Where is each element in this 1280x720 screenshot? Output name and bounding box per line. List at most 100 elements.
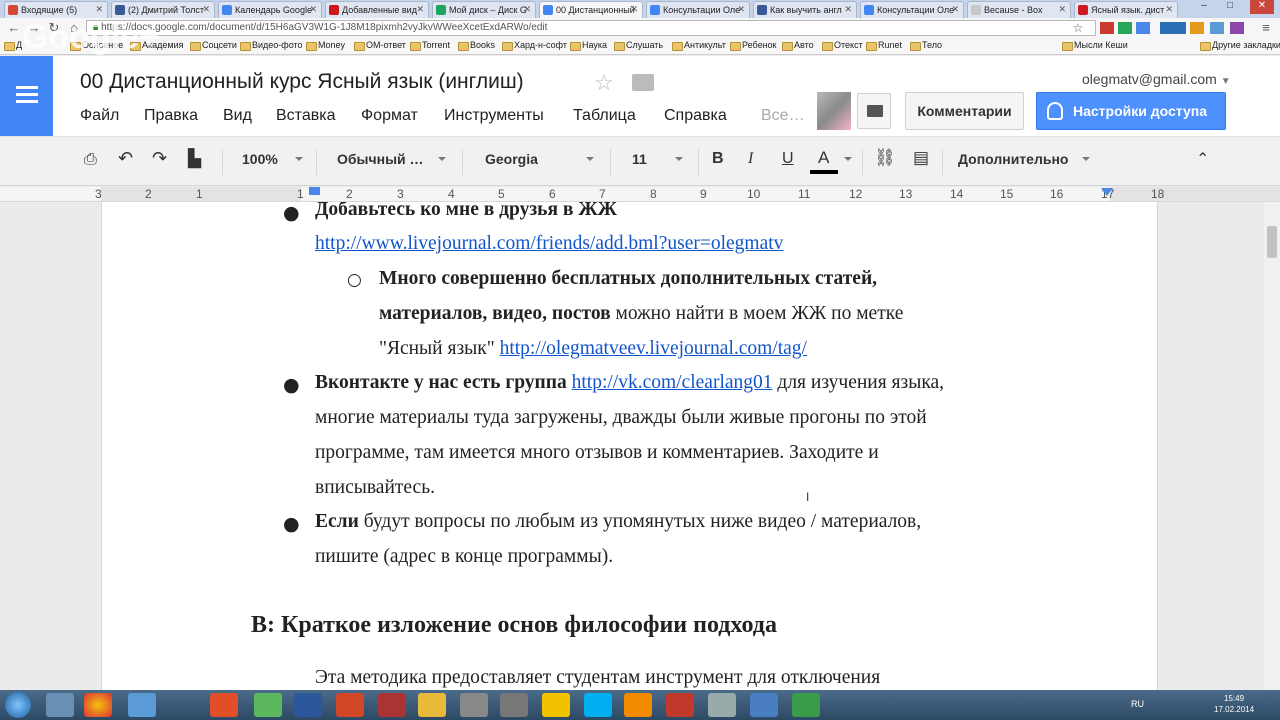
chat-button[interactable] <box>857 93 891 129</box>
paint-format-icon[interactable]: ▙ <box>188 149 201 169</box>
browser-tab[interactable]: Because - Box ✕ <box>967 1 1071 18</box>
menu-item[interactable]: Вставка <box>276 107 335 125</box>
link-icon[interactable]: ⛓ <box>874 148 896 168</box>
menu-icon[interactable]: ≡ <box>1258 20 1274 36</box>
livejournal-friends-link[interactable]: http://www.livejournal.com/friends/add.b… <box>315 233 783 254</box>
paragraph[interactable]: http://www.livejournal.com/friends/add.b… <box>315 233 783 255</box>
section-heading[interactable]: B: Краткое изложение основ философии под… <box>251 612 777 639</box>
paragraph[interactable]: "Ясный язык" http://olegmatveev.livejour… <box>379 338 807 360</box>
bookmark-item[interactable]: Антикульт <box>672 40 726 51</box>
paragraph[interactable]: Вконтакте у нас есть группа http://vk.co… <box>315 372 944 394</box>
bookmark-item[interactable]: Соцсети <box>190 40 237 51</box>
menu-item[interactable]: Все… <box>761 107 805 125</box>
app-icon[interactable] <box>128 693 156 717</box>
browser-tab[interactable]: Консультации Оле ✕ <box>860 1 964 18</box>
extension-icon[interactable] <box>1210 22 1224 34</box>
bookmark-item[interactable]: Мысли Кеши <box>1062 40 1128 51</box>
bookmark-item[interactable]: ОМ-ответ <box>354 40 406 51</box>
bookmark-item[interactable]: Money <box>306 40 345 51</box>
app-icon[interactable] <box>792 693 820 717</box>
text-color-icon[interactable]: A <box>818 148 829 168</box>
bookmark-item[interactable]: Д <box>4 40 22 51</box>
paragraph[interactable]: материалов, видео, постов можно найти в … <box>379 303 903 325</box>
skype-icon[interactable] <box>584 693 612 717</box>
close-tab-icon[interactable]: ✕ <box>844 4 852 15</box>
bookmark-item[interactable]: Видео-фото <box>240 40 303 51</box>
extension-icon[interactable] <box>1190 22 1204 34</box>
bookmark-item[interactable]: Books <box>458 40 495 51</box>
paragraph[interactable]: многие материалы туда загружены, дважды … <box>315 407 927 429</box>
paragraph[interactable]: Если будут вопросы по любым из упомянуты… <box>315 511 921 533</box>
close-tab-icon[interactable]: ✕ <box>1165 4 1173 15</box>
bookmark-item[interactable]: Наука <box>570 40 607 51</box>
comment-icon[interactable]: ▤ <box>913 148 929 168</box>
menu-item[interactable]: Таблица <box>573 107 636 125</box>
paragraph[interactable]: Добавьтесь ко мне в друзья в ЖЖ <box>315 202 617 221</box>
back-icon[interactable]: ← <box>6 20 22 36</box>
docs-menu-icon[interactable] <box>0 56 53 136</box>
powerpoint-icon[interactable] <box>336 693 364 717</box>
paragraph[interactable]: вписывайтесь. <box>315 477 435 499</box>
bookmark-item[interactable]: Runet <box>866 40 902 51</box>
paragraph[interactable]: программе, там имеется много отзывов и к… <box>315 442 879 464</box>
bookmark-item[interactable]: Ребенок <box>730 40 776 51</box>
app-icon[interactable] <box>666 693 694 717</box>
close-tab-icon[interactable]: ✕ <box>951 4 959 15</box>
maximize-icon[interactable]: □ <box>1218 0 1242 14</box>
app-icon[interactable] <box>500 693 528 717</box>
vlc-icon[interactable] <box>624 693 652 717</box>
font-size-select[interactable]: 11 <box>632 151 647 167</box>
account-email[interactable]: olegmatv@gmail.com ▼ <box>1082 71 1231 87</box>
folder-icon[interactable] <box>632 74 654 91</box>
zoom-select[interactable]: 100% <box>242 151 278 167</box>
menu-item[interactable]: Вид <box>223 107 252 125</box>
torrent-icon[interactable] <box>254 693 282 717</box>
redo-icon[interactable]: ↷ <box>152 148 167 169</box>
star-icon[interactable]: ☆ <box>594 70 614 96</box>
close-tab-icon[interactable]: ✕ <box>630 4 638 15</box>
star-icon[interactable]: ☆ <box>1070 20 1086 36</box>
close-tab-icon[interactable]: ✕ <box>202 4 210 15</box>
extension-icon[interactable] <box>1100 22 1114 34</box>
app-icon[interactable] <box>542 693 570 717</box>
bookmark-item[interactable]: Torrent <box>410 40 450 51</box>
word-icon[interactable] <box>294 693 322 717</box>
browser-tab[interactable]: Входящие (5) ✕ <box>4 1 108 18</box>
close-tab-icon[interactable]: ✕ <box>416 4 424 15</box>
bookmark-item[interactable]: Хард-н-софт <box>502 40 567 51</box>
vk-group-link[interactable]: http://vk.com/clearlang01 <box>572 372 773 393</box>
indent-marker-icon[interactable] <box>309 187 320 195</box>
bookmark-item[interactable]: Авто <box>782 40 814 51</box>
browser-tab[interactable]: Консультации Оле ✕ <box>646 1 750 18</box>
folder-icon[interactable] <box>418 693 446 717</box>
style-select[interactable]: Обычный … <box>337 151 424 167</box>
language-indicator[interactable]: RU <box>1131 699 1144 709</box>
close-tab-icon[interactable]: ✕ <box>95 4 103 15</box>
underline-icon[interactable]: U <box>782 150 794 168</box>
browser-tab[interactable]: 00 Дистанционный ✕ <box>539 1 643 18</box>
menu-item[interactable]: Инструменты <box>444 107 544 125</box>
app-icon[interactable] <box>210 693 238 717</box>
browser-tab[interactable]: Как выучить англ ✕ <box>753 1 857 18</box>
app-icon[interactable] <box>378 693 406 717</box>
bookmark-item[interactable]: Слушать <box>614 40 663 51</box>
avatar[interactable] <box>817 92 851 130</box>
paragraph[interactable]: пишите (адрес в конце программы). <box>315 546 613 568</box>
address-bar[interactable]: 🔒︎ https://docs.google.com/document/d/15… <box>86 20 1096 36</box>
print-icon[interactable]: ⎙ <box>84 151 97 169</box>
menu-item[interactable]: Формат <box>361 107 418 125</box>
clock[interactable]: 15:49 17.02.2014 <box>1214 693 1254 715</box>
close-tab-icon[interactable]: ✕ <box>1058 4 1066 15</box>
extension-icon[interactable] <box>1118 22 1132 34</box>
italic-icon[interactable]: I <box>748 150 753 168</box>
extension-icon[interactable] <box>1136 22 1150 34</box>
livejournal-tag-link[interactable]: http://olegmatveev.livejournal.com/tag/ <box>500 338 807 359</box>
menu-item[interactable]: Правка <box>144 107 198 125</box>
close-window-icon[interactable]: ✕ <box>1250 0 1274 14</box>
bookmark-item[interactable]: Другие закладки <box>1200 40 1280 51</box>
menu-item[interactable]: Справка <box>664 107 727 125</box>
app-icon[interactable] <box>460 693 488 717</box>
browser-tab[interactable]: (2) Дмитрий Толст ✕ <box>111 1 215 18</box>
close-tab-icon[interactable]: ✕ <box>737 4 745 15</box>
menu-item[interactable]: Файл <box>80 107 119 125</box>
